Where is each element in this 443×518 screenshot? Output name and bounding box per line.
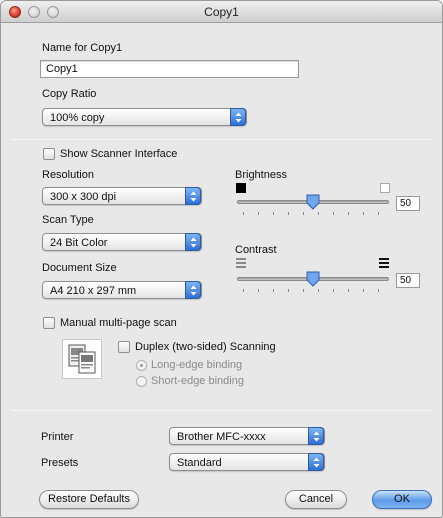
document-size-label: Document Size [42, 262, 117, 274]
light-square-icon [380, 183, 390, 193]
duplex-scanning-checkbox[interactable] [118, 341, 130, 353]
manual-multi-page-scan-checkbox[interactable] [43, 317, 55, 329]
brightness-value-field[interactable]: 50 [396, 196, 420, 211]
presets-value: Standard [177, 457, 222, 469]
low-contrast-icon [236, 258, 246, 268]
resolution-label: Resolution [42, 169, 94, 181]
chevron-updown-icon [185, 187, 201, 205]
brightness-slider-thumb[interactable] [306, 194, 320, 210]
contrast-slider-thumb[interactable] [306, 271, 320, 287]
ok-button[interactable]: OK [372, 490, 432, 509]
printer-popup[interactable]: Brother MFC-xxxx [169, 427, 325, 445]
presets-popup[interactable]: Standard [169, 453, 325, 471]
copy-ratio-value: 100% copy [50, 112, 105, 124]
duplex-scanning-label: Duplex (two-sided) Scanning [135, 341, 276, 353]
presets-label: Presets [41, 457, 79, 469]
dark-square-icon [236, 183, 246, 193]
title-bar: Copy1 [1, 1, 442, 23]
show-scanner-interface-label: Show Scanner Interface [60, 148, 178, 160]
brightness-ticks [243, 212, 383, 216]
restore-defaults-button[interactable]: Restore Defaults [39, 490, 139, 509]
high-contrast-icon [379, 258, 389, 268]
chevron-updown-icon [185, 281, 201, 299]
duplex-scan-icon [62, 339, 102, 379]
name-field[interactable]: Copy1 [40, 60, 299, 78]
scan-type-value: 24 Bit Color [50, 237, 108, 249]
name-label: Name for Copy1 [42, 42, 123, 54]
contrast-label: Contrast [235, 244, 277, 256]
cancel-button[interactable]: Cancel [285, 490, 347, 509]
copy-dialog-window: Copy1 Name for Copy1 Copy1 Copy Ratio 10… [0, 0, 443, 518]
contrast-value-field[interactable]: 50 [396, 273, 420, 288]
chevron-updown-icon [308, 427, 324, 445]
document-size-value: A4 210 x 297 mm [50, 285, 137, 297]
resolution-value: 300 x 300 dpi [50, 191, 117, 203]
contrast-ticks [243, 289, 383, 293]
manual-multi-page-scan-label: Manual multi-page scan [60, 317, 177, 329]
window-title: Copy1 [204, 5, 239, 19]
chevron-updown-icon [230, 108, 246, 126]
long-edge-binding-radio[interactable] [136, 360, 147, 371]
separator [11, 410, 432, 411]
long-edge-binding-label: Long-edge binding [151, 359, 243, 371]
brightness-label: Brightness [235, 169, 287, 181]
show-scanner-interface-checkbox[interactable] [43, 148, 55, 160]
printer-value: Brother MFC-xxxx [177, 431, 266, 443]
chevron-updown-icon [185, 233, 201, 251]
scan-type-label: Scan Type [42, 214, 94, 226]
copy-ratio-popup[interactable]: 100% copy [42, 108, 247, 126]
chevron-updown-icon [308, 453, 324, 471]
printer-label: Printer [41, 431, 74, 443]
scan-type-popup[interactable]: 24 Bit Color [42, 233, 202, 251]
separator [11, 139, 432, 140]
copy-ratio-label: Copy Ratio [42, 88, 97, 100]
resolution-popup[interactable]: 300 x 300 dpi [42, 187, 202, 205]
short-edge-binding-label: Short-edge binding [151, 375, 244, 387]
short-edge-binding-radio[interactable] [136, 376, 147, 387]
document-size-popup[interactable]: A4 210 x 297 mm [42, 281, 202, 299]
